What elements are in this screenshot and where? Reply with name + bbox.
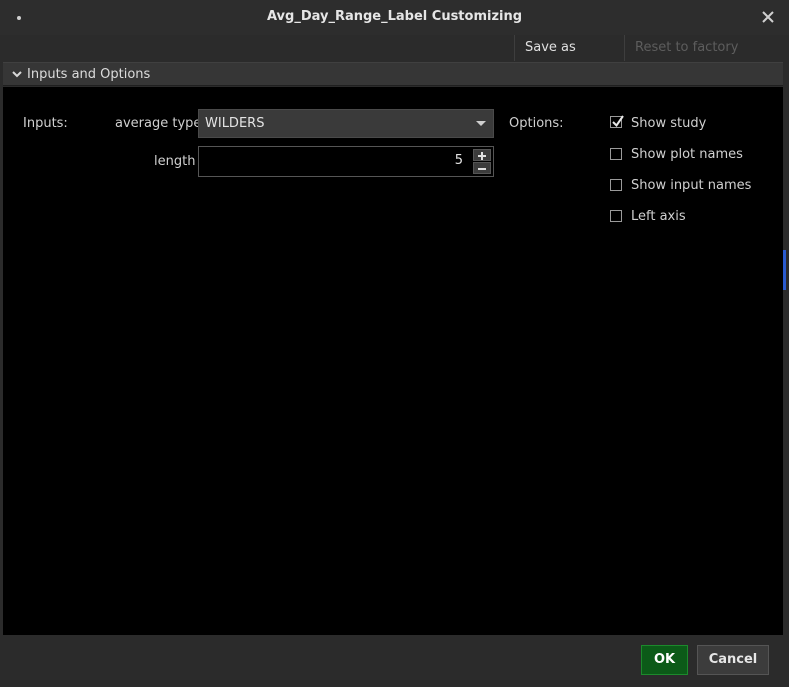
window-title: Avg_Day_Range_Label Customizing bbox=[266, 9, 523, 24]
close-icon bbox=[762, 11, 774, 23]
title-bar: Avg_Day_Range_Label Customizing bbox=[0, 0, 789, 35]
reset-factory-default-button[interactable]: Reset to factory default bbox=[624, 35, 789, 81]
dropdown-arrow-icon bbox=[476, 121, 486, 126]
inputs-options-section-header[interactable]: Inputs and Options bbox=[3, 62, 783, 86]
show-plot-names-checkbox[interactable] bbox=[610, 148, 622, 160]
length-input[interactable]: 5 bbox=[198, 146, 494, 177]
average-type-label: average type bbox=[115, 116, 202, 131]
left-axis-label: Left axis bbox=[631, 209, 686, 224]
inputs-label: Inputs: bbox=[23, 116, 68, 131]
toolbar: Save as default Reset to factory default bbox=[0, 35, 789, 81]
edge-accent bbox=[783, 250, 786, 290]
section-title: Inputs and Options bbox=[27, 67, 151, 82]
show-input-names-checkbox[interactable] bbox=[610, 179, 622, 191]
length-value: 5 bbox=[454, 153, 463, 168]
close-button[interactable] bbox=[759, 8, 777, 26]
save-as-default-button[interactable]: Save as default bbox=[514, 35, 624, 81]
length-increment-button[interactable] bbox=[473, 149, 491, 161]
show-input-names-label: Show input names bbox=[631, 178, 752, 193]
customizing-dialog: Avg_Day_Range_Label Customizing Save as … bbox=[0, 0, 789, 687]
show-study-checkbox[interactable] bbox=[610, 115, 624, 128]
length-decrement-button[interactable] bbox=[473, 162, 491, 174]
show-study-label: Show study bbox=[631, 116, 707, 131]
left-axis-checkbox[interactable] bbox=[610, 210, 622, 222]
ok-button[interactable]: OK bbox=[641, 645, 688, 675]
cancel-button[interactable]: Cancel bbox=[697, 645, 769, 675]
chevron-down-icon bbox=[12, 71, 22, 78]
options-label: Options: bbox=[509, 116, 564, 131]
length-label: length bbox=[154, 154, 196, 169]
checkmark-icon bbox=[612, 115, 624, 128]
plus-icon bbox=[478, 152, 486, 160]
average-type-dropdown[interactable]: WILDERS bbox=[198, 109, 494, 138]
show-plot-names-label: Show plot names bbox=[631, 147, 743, 162]
minus-icon bbox=[478, 168, 486, 170]
average-type-value: WILDERS bbox=[205, 116, 265, 131]
